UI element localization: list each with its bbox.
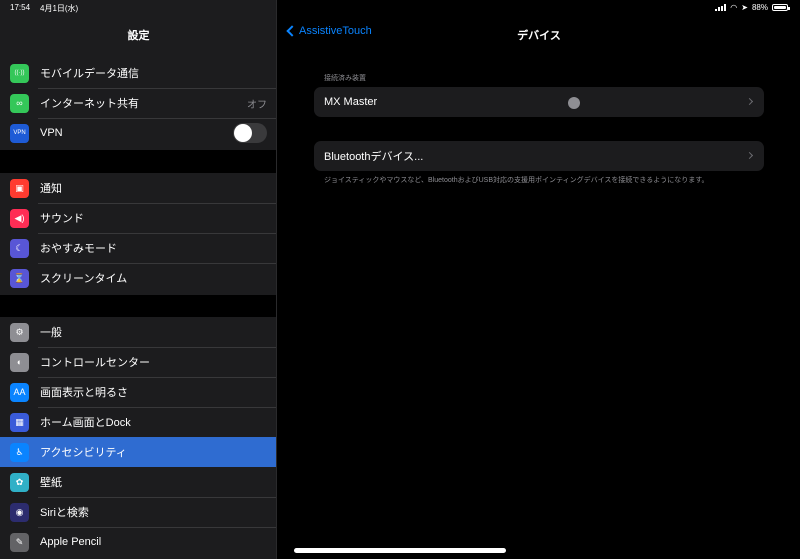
sidebar-item-label: Siriと検索 — [40, 507, 89, 519]
gear-icon: ⚙ — [10, 322, 29, 342]
sidebar-item-value: オフ — [247, 99, 267, 111]
status-time: 17:54 — [10, 3, 31, 12]
sidebar-item-label: ホーム画面とDock — [40, 417, 131, 429]
sidebar-item[interactable]: ((·)) モバイルデータ通信 — [0, 58, 276, 88]
sidebar-item-label: 画面表示と明るさ — [40, 387, 128, 399]
sidebar-item-label: 一般 — [40, 327, 62, 339]
switches-icon: ◐ — [10, 352, 29, 372]
home-indicator[interactable] — [294, 548, 506, 553]
sidebar-item-label: コントロールセンター — [40, 357, 150, 369]
chevron-right-icon — [745, 151, 754, 160]
sidebar-item-label: おやすみモード — [40, 243, 117, 255]
status-date: 4月1日(水) — [40, 4, 79, 13]
vpn-icon: VPN — [10, 123, 29, 143]
status-bar: 17:54 4月1日(水) ◠ ➤ 88% — [0, 0, 800, 16]
sidebar-item[interactable]: ▣ 通知 — [0, 173, 276, 203]
page-title: デバイス — [517, 30, 561, 42]
sidebar-item[interactable]: ✎ Apple Pencil — [0, 527, 276, 557]
battery-icon — [772, 4, 790, 11]
bluetooth-footer-note: ジョイスティックやマウスなど、BluetoothおよびUSB対応の支援用ポインテ… — [324, 177, 709, 184]
speaker-icon: ◀) — [10, 208, 29, 228]
sidebar-item-label: 壁紙 — [40, 477, 62, 489]
battery-percent: 88% — [751, 3, 768, 12]
link-icon: ∞ — [10, 93, 29, 113]
sidebar-item[interactable]: AA 画面表示と明るさ — [0, 377, 276, 407]
hourglass-icon: ⌛ — [10, 268, 29, 288]
wifi-icon: ◠ — [730, 3, 738, 12]
sidebar-item-label: VPN — [40, 127, 63, 139]
notifications-icon: ▣ — [10, 178, 29, 198]
detail-pane: AssistiveTouch デバイス 接続済み装置 MX Master Blu… — [278, 0, 800, 559]
moon-icon: ☾ — [10, 238, 29, 258]
sidebar-title: 設定 — [127, 30, 150, 42]
sidebar-item[interactable]: ♿ アクセシビリティ — [0, 437, 276, 467]
sidebar-item-label: サウンド — [40, 213, 84, 225]
sidebar-item-label: スクリーンタイム — [40, 273, 128, 285]
sidebar-group-notifications: ▣ 通知 ◀) サウンド ☾ おやすみモード ⌛ スクリーンタイム — [0, 173, 276, 295]
connected-devices-header: 接続済み装置 — [324, 75, 366, 82]
sidebar-item[interactable]: ☾ おやすみモード — [0, 233, 276, 263]
sidebar-group-network: ((·)) モバイルデータ通信 ∞ インターネット共有 オフ VPN VPN — [0, 58, 276, 150]
location-icon: ➤ — [741, 3, 748, 12]
sidebar-item[interactable]: VPN VPN — [0, 118, 276, 148]
sidebar-item-label: Apple Pencil — [40, 536, 102, 548]
flower-icon: ✿ — [10, 472, 29, 492]
sidebar-item[interactable]: ◐ コントロールセンター — [0, 347, 276, 377]
sidebar-item-label: インターネット共有 — [40, 98, 139, 110]
sidebar-item[interactable]: ▦ ホーム画面とDock — [0, 407, 276, 437]
status-indicators: ◠ ➤ 88% — [715, 3, 790, 12]
chevron-right-icon — [745, 97, 754, 106]
sidebar-item[interactable]: ⚙ 一般 — [0, 317, 276, 347]
bluetooth-devices-label: Bluetoothデバイス... — [324, 151, 424, 163]
sidebar-item-label: 通知 — [40, 183, 62, 195]
text-size-icon: AA — [10, 382, 29, 402]
siri-icon: ◉ — [10, 502, 29, 522]
vpn-toggle[interactable] — [233, 123, 267, 143]
antenna-icon: ((·)) — [10, 63, 29, 83]
accessibility-icon: ♿ — [10, 442, 29, 462]
sidebar-item[interactable]: ✿ 壁紙 — [0, 467, 276, 497]
bluetooth-devices-row[interactable]: Bluetoothデバイス... — [314, 141, 764, 171]
loading-indicator-icon — [568, 97, 580, 109]
cellular-signal-icon — [715, 4, 727, 11]
pencil-icon: ✎ — [10, 532, 29, 552]
sidebar-item[interactable]: ◀) サウンド — [0, 203, 276, 233]
sidebar-item-label: モバイルデータ通信 — [40, 68, 139, 80]
sidebar-item[interactable]: ∞ インターネット共有 オフ — [0, 88, 276, 118]
connected-device-row[interactable]: MX Master — [314, 87, 764, 117]
sidebar-item[interactable]: ⌛ スクリーンタイム — [0, 263, 276, 293]
sidebar-item-label: アクセシビリティ — [40, 447, 127, 459]
home-grid-icon: ▦ — [10, 412, 29, 432]
settings-sidebar: 設定 ((·)) モバイルデータ通信 ∞ インターネット共有 オフ VPN VPN ▣ 通知 ◀… — [0, 0, 277, 559]
device-name: MX Master — [324, 96, 378, 108]
sidebar-item[interactable]: ◉ Siriと検索 — [0, 497, 276, 527]
sidebar-group-general: ⚙ 一般 ◐ コントロールセンター AA 画面表示と明るさ ▦ ホーム画面とDock ♿ アクセシ… — [0, 317, 276, 559]
